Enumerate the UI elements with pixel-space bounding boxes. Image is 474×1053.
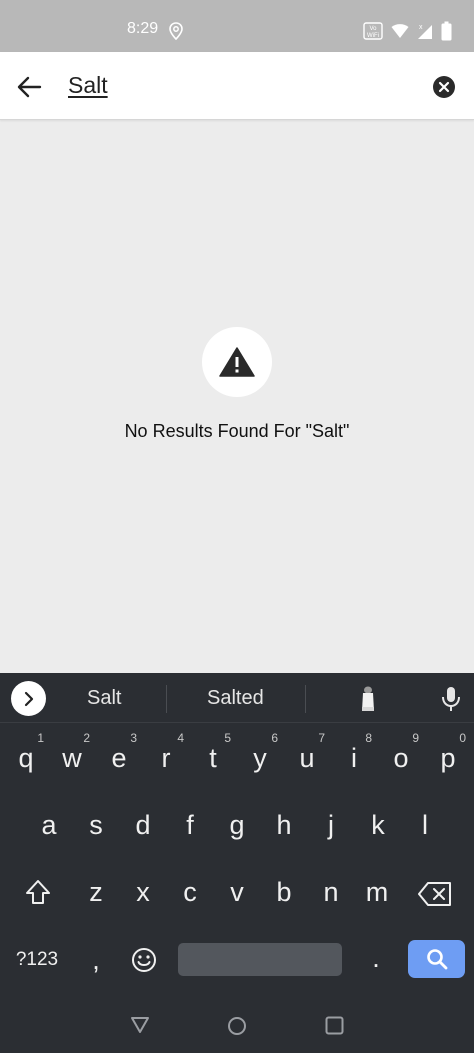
key-j[interactable]: j	[319, 810, 343, 841]
key-hint: 6	[271, 731, 278, 745]
key-label: o	[393, 743, 409, 773]
key-e[interactable]: e3	[107, 731, 137, 774]
key-hint: 7	[318, 731, 325, 745]
key-y[interactable]: y6	[248, 731, 278, 774]
key-n[interactable]: n	[319, 877, 343, 908]
warning-icon	[219, 347, 255, 377]
key-r[interactable]: r4	[154, 731, 185, 774]
nav-home-icon[interactable]	[227, 1016, 247, 1036]
key-a[interactable]: a	[37, 810, 61, 841]
key-f[interactable]: f	[178, 810, 202, 841]
nav-recents-icon[interactable]	[325, 1016, 344, 1035]
key-l[interactable]: l	[413, 810, 437, 841]
suggestion-divider	[305, 685, 306, 713]
key-c[interactable]: c	[178, 877, 202, 908]
volte-wifi-icon: Vo WiFi	[363, 22, 383, 40]
key-b[interactable]: b	[272, 877, 296, 908]
key-h[interactable]: h	[272, 810, 296, 841]
key-hint: 0	[459, 731, 466, 745]
key-hint: 5	[224, 731, 231, 745]
key-label: u	[299, 743, 315, 773]
search-icon	[426, 949, 447, 970]
key-label: p	[440, 743, 456, 773]
chevron-right-icon	[24, 691, 33, 706]
svg-text:x: x	[419, 24, 423, 31]
space-key[interactable]	[178, 943, 342, 976]
key-period[interactable]: .	[366, 943, 386, 974]
key-d[interactable]: d	[131, 810, 155, 841]
suggestion-salt[interactable]: Salt	[87, 687, 121, 710]
battery-icon	[441, 21, 452, 41]
key-q[interactable]: q1	[14, 731, 44, 774]
key-label: w	[62, 743, 82, 773]
key-hint: 2	[83, 731, 90, 745]
key-label: i	[351, 743, 357, 773]
mic-icon[interactable]	[440, 685, 462, 713]
suggestion-divider	[166, 685, 167, 713]
back-arrow-icon[interactable]	[14, 72, 44, 102]
key-label: r	[161, 743, 171, 773]
key-m[interactable]: m	[362, 877, 392, 908]
key-comma[interactable]: ,	[86, 945, 106, 976]
backspace-icon[interactable]	[418, 881, 452, 907]
clear-icon[interactable]	[432, 75, 456, 99]
status-icons: Vo WiFi x	[363, 20, 452, 42]
empty-state-icon-circle	[202, 327, 272, 397]
search-bar: Salt	[0, 52, 474, 120]
key-hint: 8	[365, 731, 372, 745]
key-x[interactable]: x	[131, 877, 155, 908]
emoji-icon[interactable]	[131, 947, 157, 973]
symbols-key[interactable]: ?123	[12, 949, 62, 971]
key-hint: 9	[412, 731, 419, 745]
search-key[interactable]	[408, 940, 465, 978]
key-u[interactable]: u7	[295, 731, 325, 774]
location-pin-icon	[169, 22, 183, 40]
wifi-icon	[391, 24, 409, 38]
key-g[interactable]: g	[225, 810, 249, 841]
shift-icon[interactable]	[24, 878, 52, 906]
suggestion-bar: Salt Salted	[0, 673, 474, 723]
status-time: 8:29	[127, 20, 159, 37]
search-input[interactable]: Salt	[68, 72, 108, 99]
key-v[interactable]: v	[225, 877, 249, 908]
svg-text:Vo: Vo	[369, 26, 377, 32]
key-t[interactable]: t5	[201, 731, 231, 774]
key-k[interactable]: k	[366, 810, 390, 841]
svg-text:WiFi: WiFi	[367, 33, 379, 39]
nav-back-icon[interactable]	[130, 1016, 150, 1034]
key-o[interactable]: o9	[389, 731, 419, 774]
salt-shaker-emoji-icon[interactable]	[360, 685, 376, 713]
expand-toolbar-button[interactable]	[11, 681, 46, 716]
key-label: e	[111, 743, 127, 773]
keyboard: Salt Salted q1 w2 e3 r4 t5 y6 u7 i8 o9 p…	[0, 673, 474, 1053]
suggestion-salted[interactable]: Salted	[207, 687, 264, 710]
key-label: q	[18, 743, 34, 773]
key-hint: 4	[177, 731, 184, 745]
key-label: y	[253, 743, 267, 773]
key-hint: 3	[130, 731, 137, 745]
key-label: t	[209, 743, 217, 773]
key-i[interactable]: i8	[342, 731, 372, 774]
key-p[interactable]: p0	[436, 731, 466, 774]
status-bar: 8:29 Vo WiFi x	[0, 0, 474, 52]
no-results-message: No Results Found For "Salt"	[124, 421, 350, 441]
key-w[interactable]: w2	[60, 731, 90, 774]
signal-icon: x	[418, 24, 432, 39]
key-hint: 1	[37, 731, 44, 745]
key-z[interactable]: z	[84, 877, 108, 908]
key-s[interactable]: s	[84, 810, 108, 841]
